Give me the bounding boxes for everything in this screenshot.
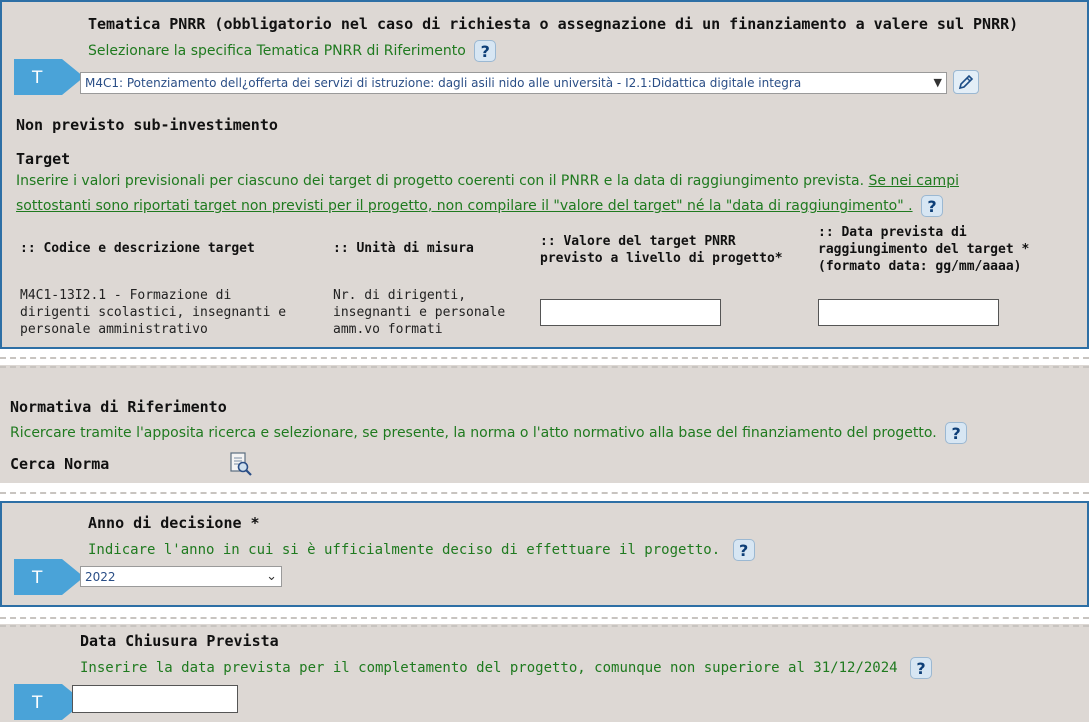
- data-chiusura-input[interactable]: [72, 685, 238, 713]
- col-header-codice: :: Codice e descrizione target: [20, 241, 255, 256]
- chevron-down-icon: ⌄: [266, 569, 277, 584]
- svg-text:T: T: [31, 68, 43, 88]
- divider: [0, 617, 1089, 619]
- pnrr-tematica-select[interactable]: M4C1: Potenziamento dell¿offerta dei ser…: [80, 72, 947, 94]
- normativa-title: Normativa di Riferimento: [10, 398, 227, 416]
- divider: [0, 625, 1089, 627]
- normativa-hint: Ricercare tramite l'apposita ricerca e s…: [10, 422, 968, 444]
- chiusura-help-icon[interactable]: ?: [910, 657, 933, 679]
- target-valore-input[interactable]: [540, 299, 721, 326]
- subinvestimento-label: Non previsto sub-investimento: [16, 116, 278, 134]
- pnrr-selected-value: M4C1: Potenziamento dell¿offerta dei ser…: [85, 76, 802, 90]
- anno-hint: Indicare l'anno in cui si è ufficialment…: [88, 539, 755, 561]
- col-header-data: :: Data prevista di raggiungimento del t…: [818, 225, 1030, 274]
- svg-text:T: T: [31, 693, 43, 713]
- target-row-codice: M4C1-13I2.1 - Formazione di dirigenti sc…: [20, 288, 287, 337]
- divider: [0, 357, 1089, 359]
- anno-help-icon[interactable]: ?: [732, 539, 755, 561]
- target-title: Target: [16, 150, 71, 168]
- target-data-input[interactable]: [818, 299, 999, 326]
- target-desc-line1: Inserire i valori previsionali per ciasc…: [16, 173, 959, 189]
- pnrr-t-badge-icon: T: [14, 59, 84, 95]
- target-row-unita: Nr. di dirigenti, insegnanti e personale…: [333, 288, 506, 337]
- chiusura-hint: Inserire la data prevista per il complet…: [80, 657, 933, 679]
- anno-t-badge-icon: T: [14, 559, 84, 595]
- divider: [0, 366, 1089, 368]
- target-help-icon[interactable]: ?: [921, 195, 943, 217]
- divider: [0, 492, 1089, 494]
- anno-selected-value: 2022: [85, 570, 116, 584]
- pnrr-title: Tematica PNRR (obbligatorio nel caso di …: [88, 15, 1019, 33]
- pnrr-hint: Selezionare la specifica Tematica PNRR d…: [88, 40, 497, 62]
- pencil-icon[interactable]: [953, 70, 979, 94]
- col-header-unita: :: Unità di misura: [333, 241, 474, 256]
- search-document-icon[interactable]: [228, 451, 254, 477]
- svg-text:T: T: [31, 568, 43, 588]
- anno-title: Anno di decisione *: [88, 514, 260, 532]
- target-desc-link-start[interactable]: Se nei campi: [869, 173, 959, 189]
- cerca-norma-label: Cerca Norma: [10, 455, 110, 473]
- col-header-valore: :: Valore del target PNRR previsto a liv…: [540, 234, 783, 266]
- chevron-down-icon: ▼: [933, 76, 942, 89]
- target-desc-line2: sottostanti sono riportati target non pr…: [16, 195, 943, 217]
- normativa-help-icon[interactable]: ?: [945, 422, 968, 444]
- chiusura-title: Data Chiusura Prevista: [80, 632, 279, 650]
- target-desc-link[interactable]: sottostanti sono riportati target non pr…: [16, 198, 913, 214]
- pnrr-help-icon[interactable]: ?: [474, 40, 497, 62]
- anno-select[interactable]: 2022 ⌄: [80, 566, 282, 587]
